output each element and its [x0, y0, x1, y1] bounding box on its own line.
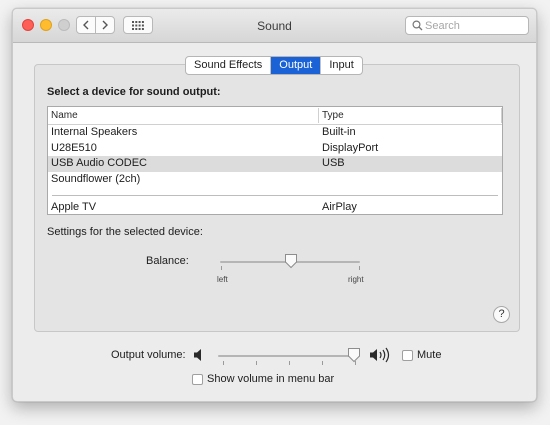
device-type: DisplayPort [322, 141, 379, 154]
column-divider [318, 108, 319, 123]
sound-preferences-window: Sound Sound Effects Output Input Select … [12, 8, 537, 402]
device-type: Built-in [322, 126, 356, 138]
balance-slider-thumb[interactable] [284, 253, 298, 269]
slider-tick [223, 361, 224, 365]
slider-tick [256, 361, 257, 365]
row-separator [52, 195, 498, 196]
device-name: Soundflower (2ch) [51, 172, 141, 185]
table-row[interactable]: Soundflower (2ch) [48, 172, 502, 188]
slider-tick [221, 266, 222, 270]
table-header: Name Type [48, 107, 502, 125]
device-name: USB Audio CODEC [51, 157, 147, 169]
column-header-name[interactable]: Name [51, 110, 78, 121]
slider-tick [289, 361, 290, 365]
speaker-low-icon [194, 349, 201, 361]
output-volume-slider[interactable] [218, 355, 360, 357]
show-volume-checkbox[interactable] [192, 374, 203, 385]
tab-input[interactable]: Input [321, 57, 361, 74]
column-header-type[interactable]: Type [322, 110, 344, 121]
search-field[interactable] [405, 16, 529, 35]
show-volume-label[interactable]: Show volume in menu bar [207, 373, 334, 385]
mute-checkbox[interactable] [402, 350, 413, 361]
search-input[interactable] [425, 18, 525, 33]
table-row[interactable]: Internal Speakers Built-in [48, 125, 502, 141]
output-panel: Select a device for sound output: Name T… [34, 64, 520, 332]
device-type: USB [322, 157, 345, 169]
device-table[interactable]: Name Type Internal Speakers Built-in U28… [47, 106, 503, 215]
output-volume-slider-thumb[interactable] [347, 347, 361, 363]
device-type: AirPlay [322, 201, 357, 213]
help-icon: ? [498, 308, 505, 320]
tab-bar: Sound Effects Output Input [185, 56, 363, 75]
tab-output[interactable]: Output [271, 57, 322, 74]
mute-label[interactable]: Mute [417, 349, 441, 361]
device-name: Apple TV [51, 201, 97, 213]
table-row[interactable]: U28E510 DisplayPort [48, 141, 502, 157]
search-icon [412, 20, 423, 31]
device-name: U28E510 [51, 141, 97, 154]
table-row[interactable]: Apple TV AirPlay [48, 200, 502, 216]
device-select-heading: Select a device for sound output: [47, 86, 221, 98]
device-settings-label: Settings for the selected device: [47, 226, 203, 238]
output-volume-label: Output volume: [111, 349, 186, 361]
tab-sound-effects[interactable]: Sound Effects [186, 57, 272, 74]
help-button[interactable]: ? [493, 306, 510, 323]
titlebar: Sound [13, 9, 536, 43]
table-row-selected[interactable]: USB Audio CODEC USB [48, 156, 502, 172]
balance-label: Balance: [146, 255, 189, 267]
device-name: Internal Speakers [51, 126, 138, 138]
speaker-high-icon [370, 347, 390, 363]
slider-tick [359, 266, 360, 270]
balance-left-label: left [217, 275, 228, 284]
balance-right-label: right [348, 275, 364, 284]
slider-tick [322, 361, 323, 365]
column-divider [501, 108, 502, 123]
